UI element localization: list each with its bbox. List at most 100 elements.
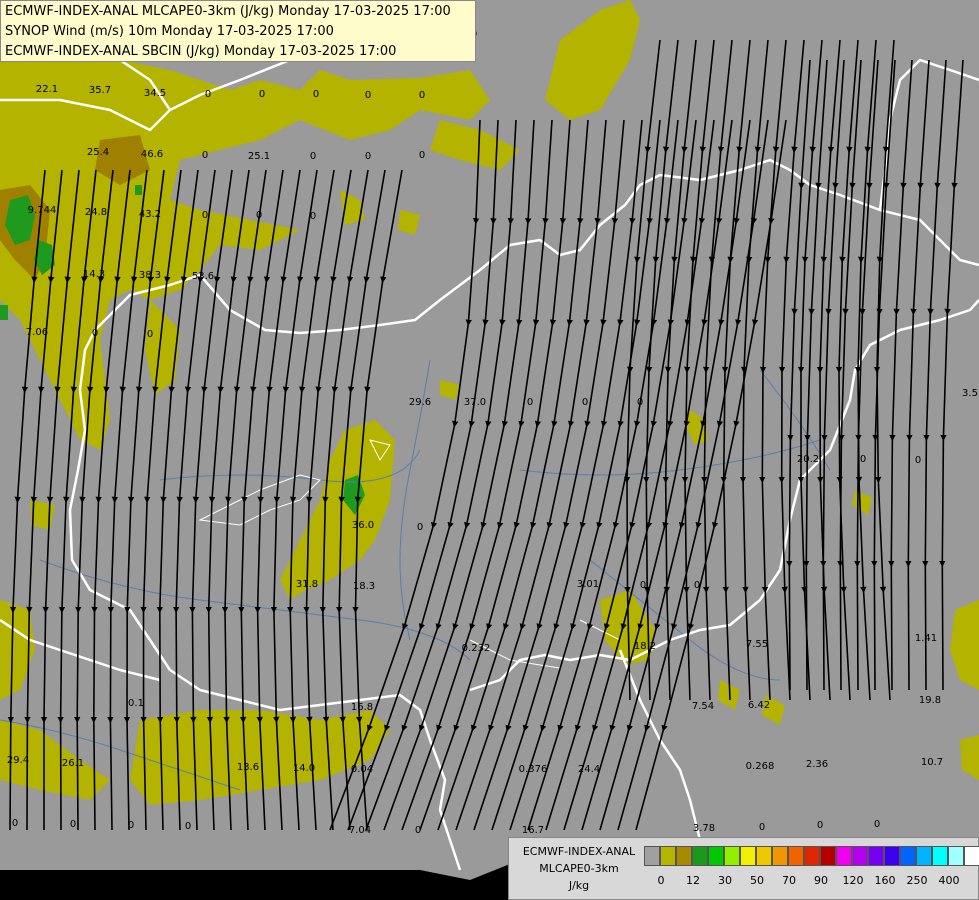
color-legend: ECMWF-INDEX-ANAL MLCAPE0-3km J/kg 0 12 30 5…	[508, 837, 979, 900]
station-value: 25.4	[87, 147, 109, 158]
station-value: 0	[147, 329, 153, 340]
legend-swatch	[820, 846, 836, 866]
station-value: 14.0	[293, 763, 315, 774]
station-value: 0	[256, 210, 262, 221]
legend-swatch	[788, 846, 804, 866]
legend-swatch	[772, 846, 788, 866]
station-value: 0	[70, 819, 76, 830]
station-value: 0	[637, 397, 643, 408]
legend-tick-label: 12	[686, 874, 700, 887]
station-value: 24.8	[85, 207, 107, 218]
legend-swatch	[756, 846, 772, 866]
station-value: 0	[860, 454, 866, 465]
station-value: 3.78	[693, 823, 715, 834]
title-mlcape: ECMWF-INDEX-ANAL MLCAPE0-3km (J/kg) Mond…	[5, 4, 451, 19]
legend-swatch	[964, 846, 979, 866]
station-value: 29.6	[409, 397, 431, 408]
station-value: 7.04	[349, 825, 371, 836]
station-value: 3.5	[962, 388, 978, 399]
legend-tick-label: 0	[657, 874, 665, 887]
legend-tick-label: 120	[842, 874, 864, 887]
station-value: 26.1	[62, 758, 84, 769]
station-value: 1.41	[915, 633, 937, 644]
station-value: 10.7	[921, 757, 943, 768]
legend-swatch	[660, 846, 676, 866]
legend-swatch	[708, 846, 724, 866]
legend-tick-label: 400	[938, 874, 960, 887]
station-value: 18.2	[634, 641, 656, 652]
station-value: 0	[313, 89, 319, 100]
station-value: 0	[915, 455, 921, 466]
station-value: 0	[202, 150, 208, 161]
legend-tick-label: 160	[874, 874, 896, 887]
station-value: 22.1	[36, 84, 58, 95]
station-value: 13.6	[237, 762, 259, 773]
station-value: 0	[419, 150, 425, 161]
station-value: 0	[759, 822, 765, 833]
legend-swatch	[836, 846, 852, 866]
station-value: 37.0	[464, 397, 486, 408]
legend-swatch	[948, 846, 964, 866]
weather-map: 22.1 35.7 34.5 0 0 0 0 0 0 25.4 46.6 0 25.1 0 0 0 9.744 2…	[0, 0, 979, 900]
title-box: ECMWF-INDEX-ANAL MLCAPE0-3km (J/kg) Mond…	[0, 0, 476, 62]
station-value: 0	[259, 89, 265, 100]
station-value: 14.3	[83, 269, 105, 280]
station-value: 0	[415, 825, 421, 836]
station-value: 36.0	[352, 520, 374, 531]
station-value: 0	[365, 151, 371, 162]
legend-swatch	[804, 846, 820, 866]
legend-tick-label: 50	[750, 874, 764, 887]
station-value: 0.376	[519, 764, 548, 775]
station-value: 38.3	[139, 270, 161, 281]
station-value: 0	[817, 820, 823, 831]
station-value: 0	[185, 821, 191, 832]
station-value: 0	[874, 819, 880, 830]
legend-title-2: MLCAPE0-3km	[539, 862, 619, 875]
station-value: 0	[202, 210, 208, 221]
legend-title-1: ECMWF-INDEX-ANAL	[522, 845, 636, 858]
station-value: 0	[365, 90, 371, 101]
station-value: 2.36	[806, 759, 828, 770]
legend-tick-label: 30	[718, 874, 732, 887]
station-value: 29.4	[7, 755, 29, 766]
legend-swatch	[916, 846, 932, 866]
legend-swatch	[676, 846, 692, 866]
station-value: 18.3	[353, 581, 375, 592]
station-value: 35.7	[89, 85, 111, 96]
title-synop-wind: SYNOP Wind (m/s) 10m Monday 17-03-2025 1…	[5, 24, 334, 39]
legend-swatch	[644, 846, 660, 866]
station-value: 43.2	[139, 209, 161, 220]
station-value: 20.2	[797, 454, 819, 465]
legend-swatch	[692, 846, 708, 866]
station-value: 34.5	[144, 88, 166, 99]
station-value: 16.8	[351, 702, 373, 713]
legend-swatch	[740, 846, 756, 866]
station-value: 7.54	[692, 701, 714, 712]
legend-title-units: J/kg	[568, 879, 590, 892]
station-value: 0	[92, 328, 98, 339]
station-value: 3.01	[577, 579, 599, 590]
station-value: 19.8	[919, 695, 941, 706]
legend-swatch	[900, 846, 916, 866]
station-value: 0	[128, 820, 134, 831]
station-value: 0	[419, 90, 425, 101]
station-value: 0	[205, 89, 211, 100]
legend-tick-label: 90	[814, 874, 828, 887]
legend-swatch	[868, 846, 884, 866]
legend-swatch	[852, 846, 868, 866]
legend-tick-label: 250	[906, 874, 928, 887]
station-value: 0.232	[462, 643, 491, 654]
station-value: 24.4	[578, 764, 600, 775]
station-value: 0	[417, 522, 423, 533]
station-value: 6.42	[748, 700, 770, 711]
title-sbcin: ECMWF-INDEX-ANAL SBCIN (J/kg) Monday 17-…	[5, 44, 397, 59]
legend-tick-label: 70	[782, 874, 796, 887]
legend-swatch	[724, 846, 740, 866]
legend-swatch	[932, 846, 948, 866]
station-value: 0	[582, 397, 588, 408]
station-value: 53.6	[192, 271, 214, 282]
station-value: 0	[310, 211, 316, 222]
station-value: 0	[310, 151, 316, 162]
station-value: 7.55	[746, 639, 768, 650]
station-value: 0	[527, 397, 533, 408]
